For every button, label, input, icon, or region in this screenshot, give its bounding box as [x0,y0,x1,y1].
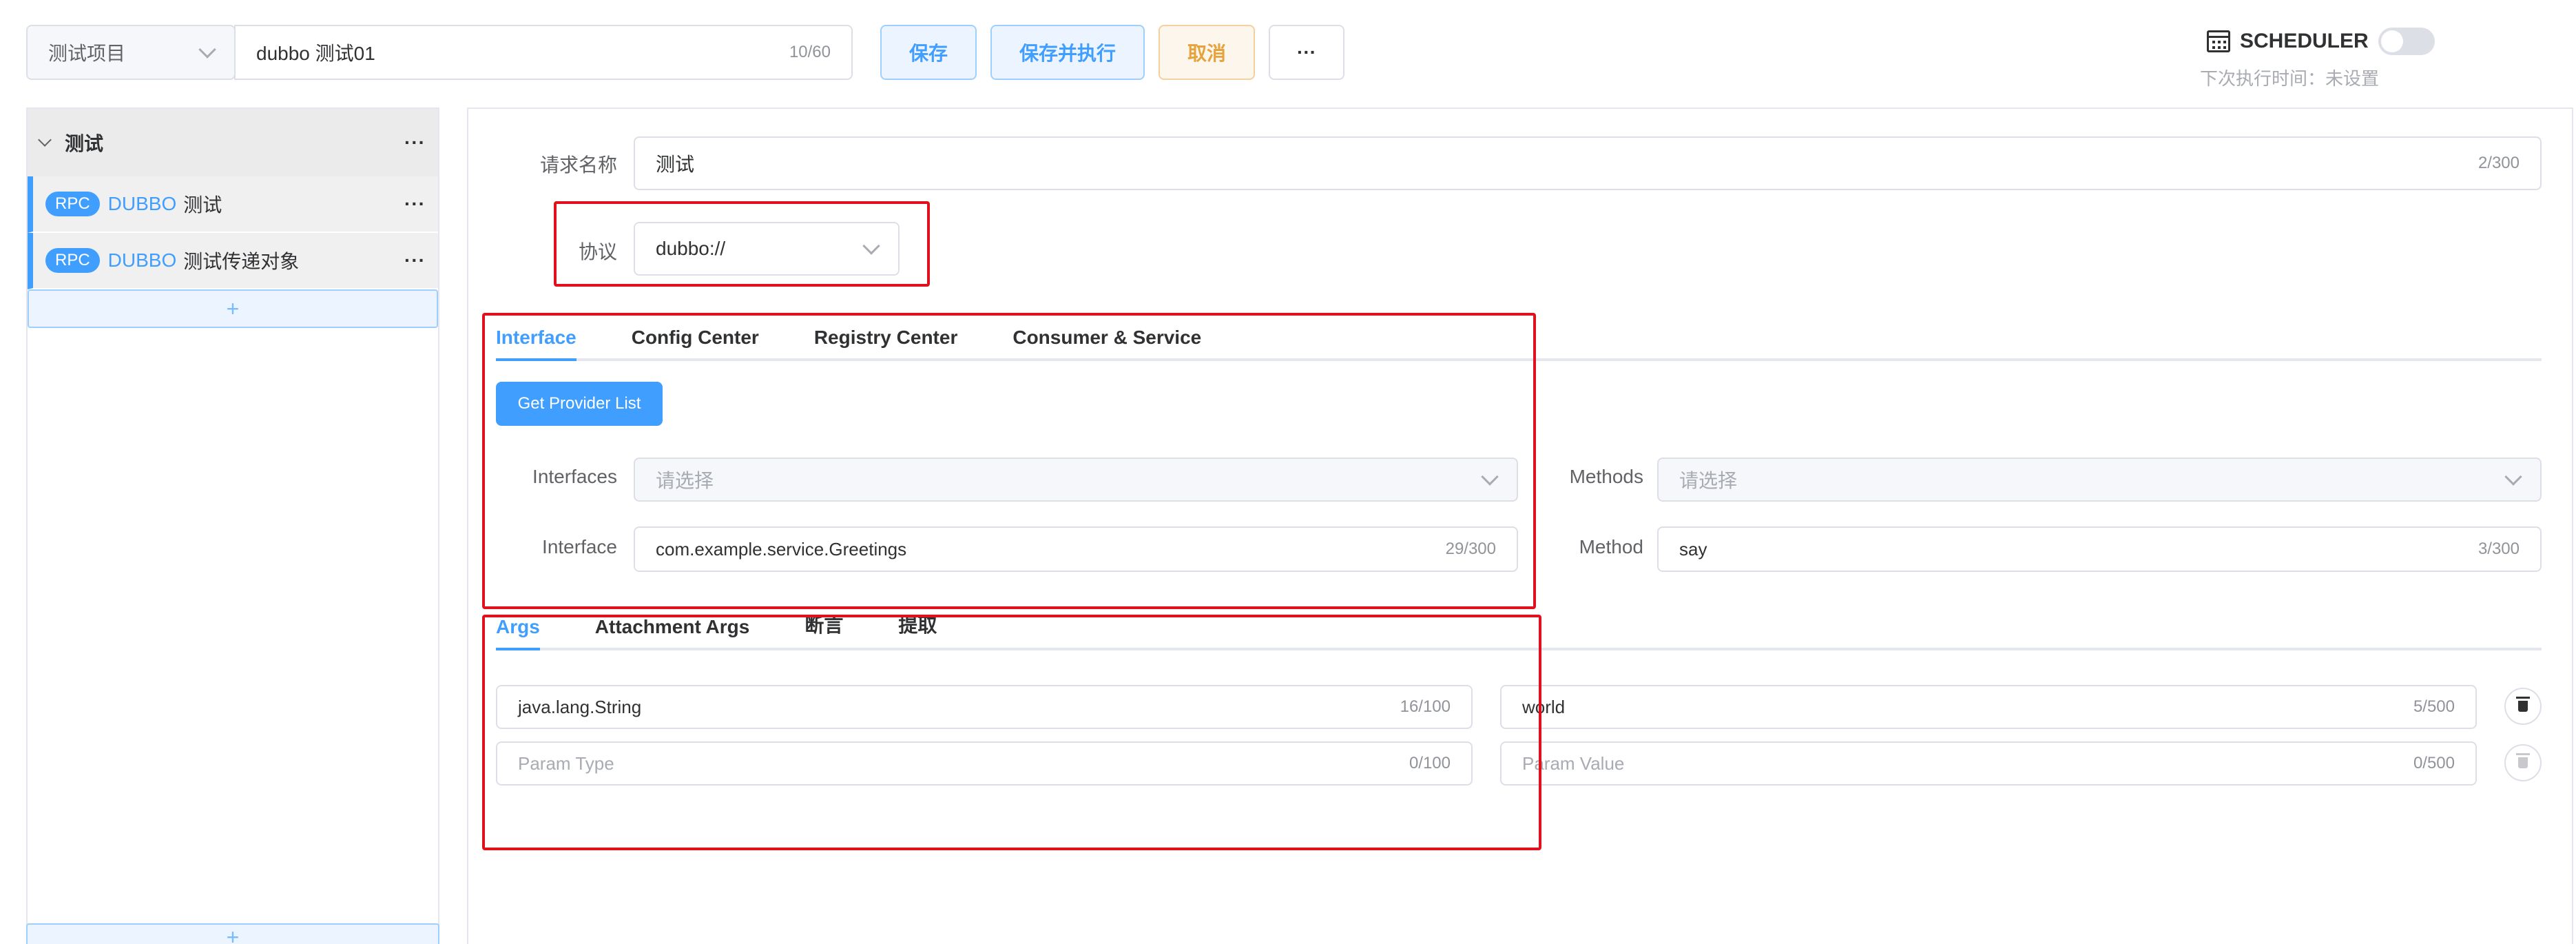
sidebar-group-header[interactable]: 测试 ··· [28,109,438,176]
sidebar-item-label: 测试传递对象 [183,251,300,272]
methods-label: Methods [1569,466,1643,487]
sidebar-item-dubbo-test[interactable]: RPC DUBBO 测试 ··· [28,176,438,233]
chevron-down-icon [1481,468,1499,486]
method-label: Method [1579,536,1643,557]
sidebar-item-more-button[interactable]: ··· [404,193,426,215]
interface-label: Interface [542,536,617,557]
trash-icon [2516,753,2530,768]
sidebar-item-more-button[interactable]: ··· [404,249,426,271]
param-value-input[interactable]: world 5/500 [1500,685,2477,729]
scenario-name-value: dubbo 测试01 [256,43,375,64]
interfaces-label: Interfaces [532,466,617,487]
tab-args[interactable]: Args [496,616,540,650]
tab-consumer-service[interactable]: Consumer & Service [1012,327,1201,358]
config-tabs: Interface Config Center Registry Center … [496,321,2542,361]
request-name-input[interactable]: 测试 2/300 [634,136,2542,190]
param-type-input[interactable]: java.lang.String 16/100 [496,685,1473,729]
request-name-value: 测试 [656,154,695,175]
interface-input[interactable]: com.example.service.Greetings 29/300 [634,526,1518,572]
param-value-counter: 0/500 [2413,754,2455,772]
scenario-sidebar: 测试 ··· RPC DUBBO 测试 ··· RPC DUBBO 测试传递对象… [26,107,439,944]
trash-icon [2516,697,2530,712]
param-value-placeholder: Param Value [1522,752,1625,774]
delete-arg-button-disabled[interactable] [2504,744,2542,781]
methods-select[interactable]: 请选择 [1657,458,2542,502]
sidebar-item-dubbo-object[interactable]: RPC DUBBO 测试传递对象 ··· [28,233,438,289]
sidebar-group-more-button[interactable]: ··· [404,132,426,154]
more-button[interactable]: ··· [1269,25,1344,80]
method-input[interactable]: say 3/300 [1657,526,2542,572]
methods-select-placeholder: 请选择 [1679,470,1738,491]
tab-attachment-args[interactable]: Attachment Args [595,616,750,648]
scheduler-label: SCHEDULER [2240,30,2369,52]
param-value-counter: 5/500 [2413,697,2455,716]
calendar-icon [2207,30,2230,52]
protocol-label: 协议 [578,241,617,263]
project-select-value: 测试项目 [48,43,126,64]
param-type-placeholder: Param Type [518,752,614,774]
tab-interface[interactable]: Interface [496,327,577,361]
interface-value: com.example.service.Greetings [656,538,907,560]
tab-config-center[interactable]: Config Center [632,327,759,358]
args-tabs: Args Attachment Args 断言 提取 [496,610,2542,650]
request-name-label: 请求名称 [539,154,617,176]
sidebar-group-label: 测试 [65,133,104,154]
sidebar-item-label: 测试 [183,194,222,216]
save-and-run-button[interactable]: 保存并执行 [990,25,1145,80]
param-type-value: java.lang.String [518,696,642,717]
scenario-name-input[interactable]: dubbo 测试01 10/60 [234,25,853,80]
chevron-down-icon [198,41,216,59]
scheduler-toggle-group: SCHEDULER [2207,28,2435,55]
chevron-down-icon [2504,468,2522,486]
chevron-down-icon [38,133,52,147]
add-group-button[interactable]: + [26,923,439,944]
protocol-label: DUBBO [107,193,177,214]
param-type-counter: 16/100 [1400,697,1451,716]
method-value: say [1679,538,1707,560]
request-name-counter: 2/300 [2478,154,2520,172]
param-value-value: world [1522,696,1566,717]
scheduler-switch[interactable] [2378,28,2435,55]
project-select[interactable]: 测试项目 [26,25,236,80]
rpc-tag: RPC [45,248,100,273]
interfaces-select-placeholder: 请选择 [656,470,714,491]
protocol-select-value: dubbo:// [656,238,726,259]
protocol-label: DUBBO [107,249,177,271]
protocol-select[interactable]: dubbo:// [634,222,900,276]
scenario-name-counter: 10/60 [789,43,831,61]
tab-assertions[interactable]: 断言 [804,610,843,648]
method-counter: 3/300 [2478,540,2520,558]
add-request-button[interactable]: + [28,289,438,328]
cancel-button[interactable]: 取消 [1159,25,1255,80]
next-run-text: 下次执行时间：未设置 [2200,68,2380,89]
tab-registry-center[interactable]: Registry Center [814,327,958,358]
param-type-counter: 0/100 [1409,754,1451,772]
tab-extract[interactable]: 提取 [898,610,937,648]
param-type-input-empty[interactable]: Param Type 0/100 [496,741,1473,786]
get-provider-list-button[interactable]: Get Provider List [496,382,663,426]
interface-counter: 29/300 [1445,540,1496,558]
chevron-down-icon [862,237,880,255]
rpc-tag: RPC [45,192,100,216]
interfaces-select[interactable]: 请选择 [634,458,1518,502]
delete-arg-button[interactable] [2504,688,2542,725]
param-value-input-empty[interactable]: Param Value 0/500 [1500,741,2477,786]
save-button[interactable]: 保存 [880,25,977,80]
